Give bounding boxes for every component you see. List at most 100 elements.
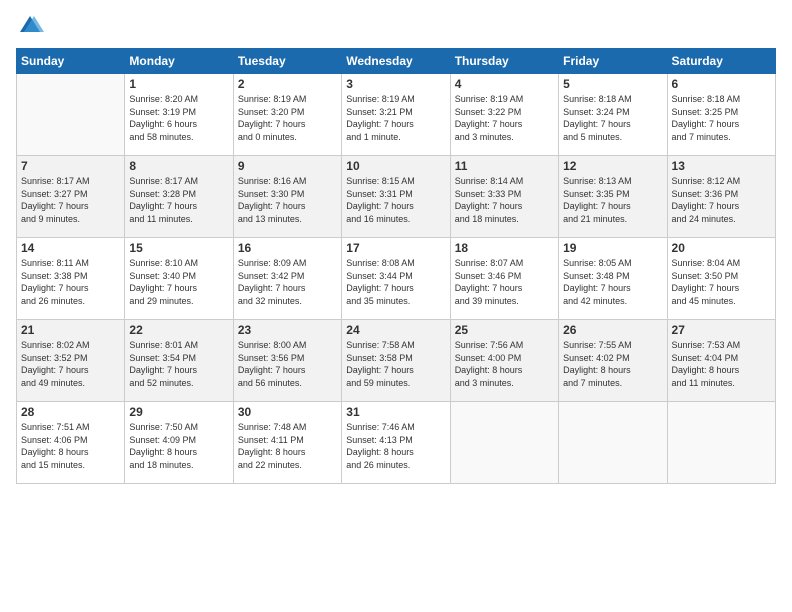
logo — [16, 12, 48, 40]
day-number: 19 — [563, 241, 662, 255]
day-info: Sunrise: 8:05 AMSunset: 3:48 PMDaylight:… — [563, 257, 662, 307]
day-number: 6 — [672, 77, 771, 91]
day-number: 25 — [455, 323, 554, 337]
day-cell: 7 Sunrise: 8:17 AMSunset: 3:27 PMDaylight… — [17, 156, 125, 238]
day-number: 31 — [346, 405, 445, 419]
day-number: 8 — [129, 159, 228, 173]
day-number: 2 — [238, 77, 337, 91]
day-cell — [559, 402, 667, 484]
day-number: 11 — [455, 159, 554, 173]
day-cell: 18 Sunrise: 8:07 AMSunset: 3:46 PMDayligh… — [450, 238, 558, 320]
day-cell: 4 Sunrise: 8:19 AMSunset: 3:22 PMDaylight… — [450, 74, 558, 156]
day-number: 12 — [563, 159, 662, 173]
day-cell: 25 Sunrise: 7:56 AMSunset: 4:00 PMDayligh… — [450, 320, 558, 402]
day-info: Sunrise: 8:08 AMSunset: 3:44 PMDaylight:… — [346, 257, 445, 307]
day-cell: 12 Sunrise: 8:13 AMSunset: 3:35 PMDayligh… — [559, 156, 667, 238]
day-info: Sunrise: 8:07 AMSunset: 3:46 PMDaylight:… — [455, 257, 554, 307]
week-row-2: 7 Sunrise: 8:17 AMSunset: 3:27 PMDaylight… — [17, 156, 776, 238]
day-number: 30 — [238, 405, 337, 419]
col-header-saturday: Saturday — [667, 49, 775, 74]
day-number: 26 — [563, 323, 662, 337]
week-row-3: 14 Sunrise: 8:11 AMSunset: 3:38 PMDayligh… — [17, 238, 776, 320]
day-cell: 5 Sunrise: 8:18 AMSunset: 3:24 PMDaylight… — [559, 74, 667, 156]
day-number: 7 — [21, 159, 120, 173]
day-cell: 30 Sunrise: 7:48 AMSunset: 4:11 PMDayligh… — [233, 402, 341, 484]
day-cell: 20 Sunrise: 8:04 AMSunset: 3:50 PMDayligh… — [667, 238, 775, 320]
day-number: 27 — [672, 323, 771, 337]
day-number: 5 — [563, 77, 662, 91]
day-info: Sunrise: 8:02 AMSunset: 3:52 PMDaylight:… — [21, 339, 120, 389]
day-info: Sunrise: 7:46 AMSunset: 4:13 PMDaylight:… — [346, 421, 445, 471]
day-info: Sunrise: 8:19 AMSunset: 3:20 PMDaylight:… — [238, 93, 337, 143]
day-info: Sunrise: 8:17 AMSunset: 3:27 PMDaylight:… — [21, 175, 120, 225]
day-info: Sunrise: 8:01 AMSunset: 3:54 PMDaylight:… — [129, 339, 228, 389]
day-number: 14 — [21, 241, 120, 255]
day-number: 3 — [346, 77, 445, 91]
col-header-wednesday: Wednesday — [342, 49, 450, 74]
day-cell: 14 Sunrise: 8:11 AMSunset: 3:38 PMDayligh… — [17, 238, 125, 320]
day-number: 17 — [346, 241, 445, 255]
day-cell — [667, 402, 775, 484]
day-info: Sunrise: 8:19 AMSunset: 3:21 PMDaylight:… — [346, 93, 445, 143]
day-info: Sunrise: 8:18 AMSunset: 3:24 PMDaylight:… — [563, 93, 662, 143]
day-cell: 24 Sunrise: 7:58 AMSunset: 3:58 PMDayligh… — [342, 320, 450, 402]
col-header-sunday: Sunday — [17, 49, 125, 74]
day-number: 28 — [21, 405, 120, 419]
day-number: 10 — [346, 159, 445, 173]
day-cell: 17 Sunrise: 8:08 AMSunset: 3:44 PMDayligh… — [342, 238, 450, 320]
col-header-tuesday: Tuesday — [233, 49, 341, 74]
day-number: 18 — [455, 241, 554, 255]
day-info: Sunrise: 8:20 AMSunset: 3:19 PMDaylight:… — [129, 93, 228, 143]
week-row-4: 21 Sunrise: 8:02 AMSunset: 3:52 PMDayligh… — [17, 320, 776, 402]
day-cell — [450, 402, 558, 484]
day-info: Sunrise: 7:55 AMSunset: 4:02 PMDaylight:… — [563, 339, 662, 389]
page: SundayMondayTuesdayWednesdayThursdayFrid… — [0, 0, 792, 612]
day-cell: 27 Sunrise: 7:53 AMSunset: 4:04 PMDayligh… — [667, 320, 775, 402]
day-info: Sunrise: 8:14 AMSunset: 3:33 PMDaylight:… — [455, 175, 554, 225]
day-cell: 3 Sunrise: 8:19 AMSunset: 3:21 PMDaylight… — [342, 74, 450, 156]
day-info: Sunrise: 8:10 AMSunset: 3:40 PMDaylight:… — [129, 257, 228, 307]
day-info: Sunrise: 7:53 AMSunset: 4:04 PMDaylight:… — [672, 339, 771, 389]
day-info: Sunrise: 7:56 AMSunset: 4:00 PMDaylight:… — [455, 339, 554, 389]
day-number: 23 — [238, 323, 337, 337]
day-number: 22 — [129, 323, 228, 337]
day-info: Sunrise: 8:17 AMSunset: 3:28 PMDaylight:… — [129, 175, 228, 225]
day-cell: 10 Sunrise: 8:15 AMSunset: 3:31 PMDayligh… — [342, 156, 450, 238]
header-row: SundayMondayTuesdayWednesdayThursdayFrid… — [17, 49, 776, 74]
day-cell: 1Sunrise: 8:20 AMSunset: 3:19 PMDaylight… — [125, 74, 233, 156]
day-info: Sunrise: 8:04 AMSunset: 3:50 PMDaylight:… — [672, 257, 771, 307]
day-number: 13 — [672, 159, 771, 173]
day-cell: 11 Sunrise: 8:14 AMSunset: 3:33 PMDayligh… — [450, 156, 558, 238]
day-number: 29 — [129, 405, 228, 419]
day-info: Sunrise: 8:16 AMSunset: 3:30 PMDaylight:… — [238, 175, 337, 225]
day-info: Sunrise: 7:48 AMSunset: 4:11 PMDaylight:… — [238, 421, 337, 471]
day-cell: 28Sunrise: 7:51 AMSunset: 4:06 PMDayligh… — [17, 402, 125, 484]
day-info: Sunrise: 8:15 AMSunset: 3:31 PMDaylight:… — [346, 175, 445, 225]
day-cell: 22 Sunrise: 8:01 AMSunset: 3:54 PMDayligh… — [125, 320, 233, 402]
day-number: 20 — [672, 241, 771, 255]
col-header-thursday: Thursday — [450, 49, 558, 74]
day-info: Sunrise: 8:18 AMSunset: 3:25 PMDaylight:… — [672, 93, 771, 143]
logo-icon — [16, 12, 44, 40]
day-info: Sunrise: 8:19 AMSunset: 3:22 PMDaylight:… — [455, 93, 554, 143]
day-number: 21 — [21, 323, 120, 337]
day-info: Sunrise: 8:11 AMSunset: 3:38 PMDaylight:… — [21, 257, 120, 307]
day-info: Sunrise: 7:58 AMSunset: 3:58 PMDaylight:… — [346, 339, 445, 389]
day-number: 4 — [455, 77, 554, 91]
day-info: Sunrise: 8:13 AMSunset: 3:35 PMDaylight:… — [563, 175, 662, 225]
day-cell: 19 Sunrise: 8:05 AMSunset: 3:48 PMDayligh… — [559, 238, 667, 320]
day-info: Sunrise: 7:50 AMSunset: 4:09 PMDaylight:… — [129, 421, 228, 471]
week-row-5: 28Sunrise: 7:51 AMSunset: 4:06 PMDayligh… — [17, 402, 776, 484]
day-cell — [17, 74, 125, 156]
col-header-friday: Friday — [559, 49, 667, 74]
day-cell: 8 Sunrise: 8:17 AMSunset: 3:28 PMDaylight… — [125, 156, 233, 238]
day-cell: 6 Sunrise: 8:18 AMSunset: 3:25 PMDaylight… — [667, 74, 775, 156]
day-cell: 31 Sunrise: 7:46 AMSunset: 4:13 PMDayligh… — [342, 402, 450, 484]
day-cell: 2 Sunrise: 8:19 AMSunset: 3:20 PMDaylight… — [233, 74, 341, 156]
day-info: Sunrise: 8:00 AMSunset: 3:56 PMDaylight:… — [238, 339, 337, 389]
week-row-1: 1Sunrise: 8:20 AMSunset: 3:19 PMDaylight… — [17, 74, 776, 156]
day-cell: 15 Sunrise: 8:10 AMSunset: 3:40 PMDayligh… — [125, 238, 233, 320]
day-info: Sunrise: 8:09 AMSunset: 3:42 PMDaylight:… — [238, 257, 337, 307]
day-number: 24 — [346, 323, 445, 337]
day-number: 15 — [129, 241, 228, 255]
